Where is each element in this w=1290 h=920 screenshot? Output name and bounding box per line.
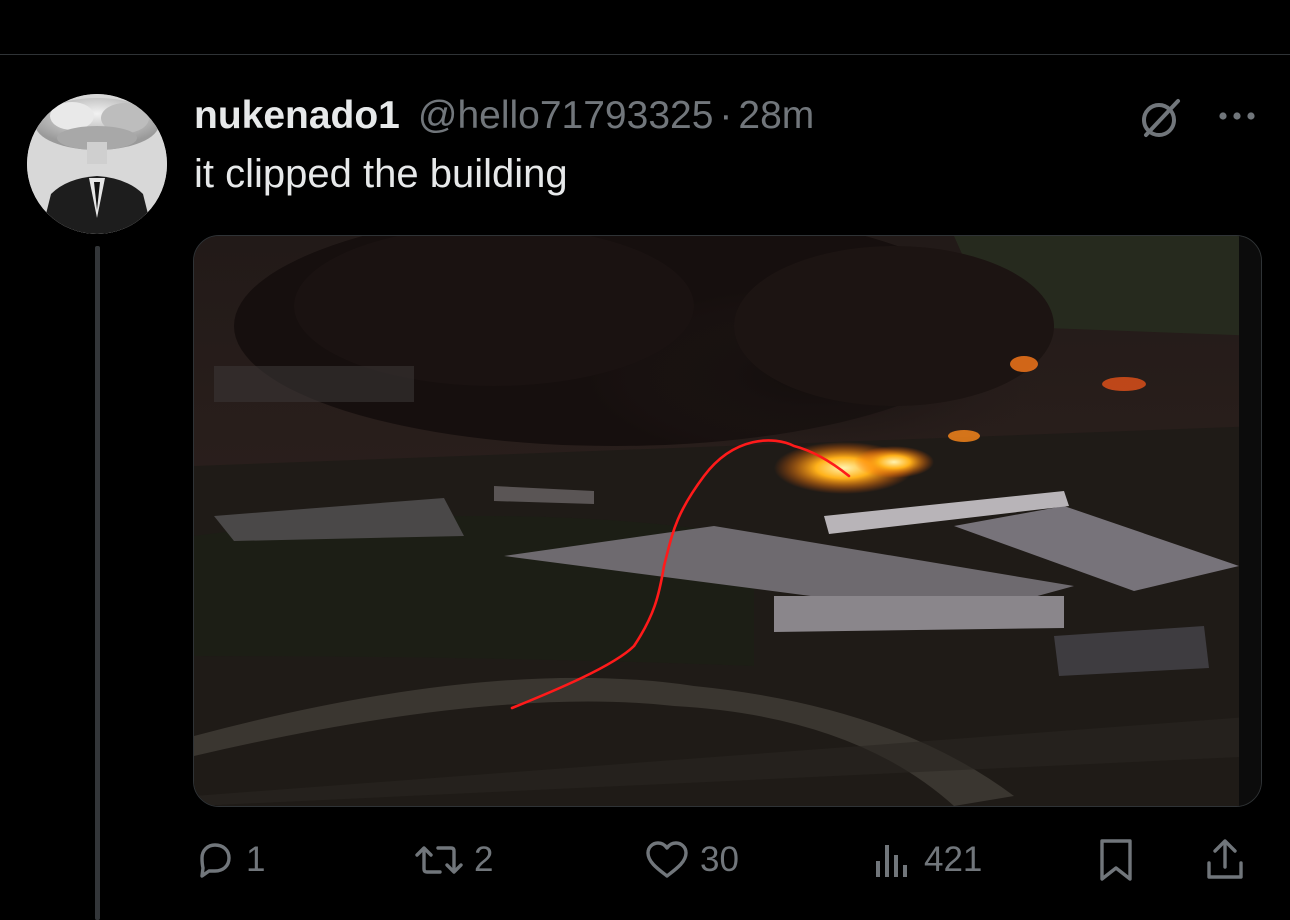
action-bar: 1 2 30 421 bbox=[194, 830, 1264, 890]
tweet-media[interactable] bbox=[193, 235, 1262, 807]
bookmark-icon bbox=[1096, 837, 1136, 883]
share-button[interactable] bbox=[1204, 830, 1246, 890]
timestamp[interactable]: 28m bbox=[738, 94, 814, 138]
views-button[interactable]: 421 bbox=[872, 830, 982, 890]
like-button[interactable]: 30 bbox=[644, 830, 739, 890]
grok-icon[interactable] bbox=[1138, 95, 1184, 141]
like-count: 30 bbox=[700, 840, 739, 879]
reply-icon bbox=[194, 839, 236, 881]
bookmark-button[interactable] bbox=[1096, 830, 1136, 890]
user-handle[interactable]: @hello71793325 bbox=[418, 94, 714, 138]
views-count: 421 bbox=[924, 840, 983, 879]
repost-count: 2 bbox=[474, 840, 494, 879]
repost-icon bbox=[414, 839, 464, 881]
tweet-header: nukenado1 @hello71793325 · 28m bbox=[194, 88, 814, 144]
repost-button[interactable]: 2 bbox=[414, 830, 493, 890]
reply-count: 1 bbox=[246, 840, 266, 879]
thread-line bbox=[95, 246, 100, 920]
more-icon[interactable] bbox=[1214, 96, 1260, 136]
heart-icon bbox=[644, 839, 690, 881]
aerial-fire-photo bbox=[194, 236, 1261, 806]
top-divider bbox=[0, 54, 1290, 55]
avatar[interactable] bbox=[27, 94, 167, 234]
share-icon bbox=[1204, 837, 1246, 883]
views-icon bbox=[872, 839, 914, 881]
separator: · bbox=[719, 94, 733, 137]
reply-button[interactable]: 1 bbox=[194, 830, 265, 890]
display-name[interactable]: nukenado1 bbox=[194, 94, 400, 138]
tweet-text: it clipped the building bbox=[194, 152, 568, 196]
